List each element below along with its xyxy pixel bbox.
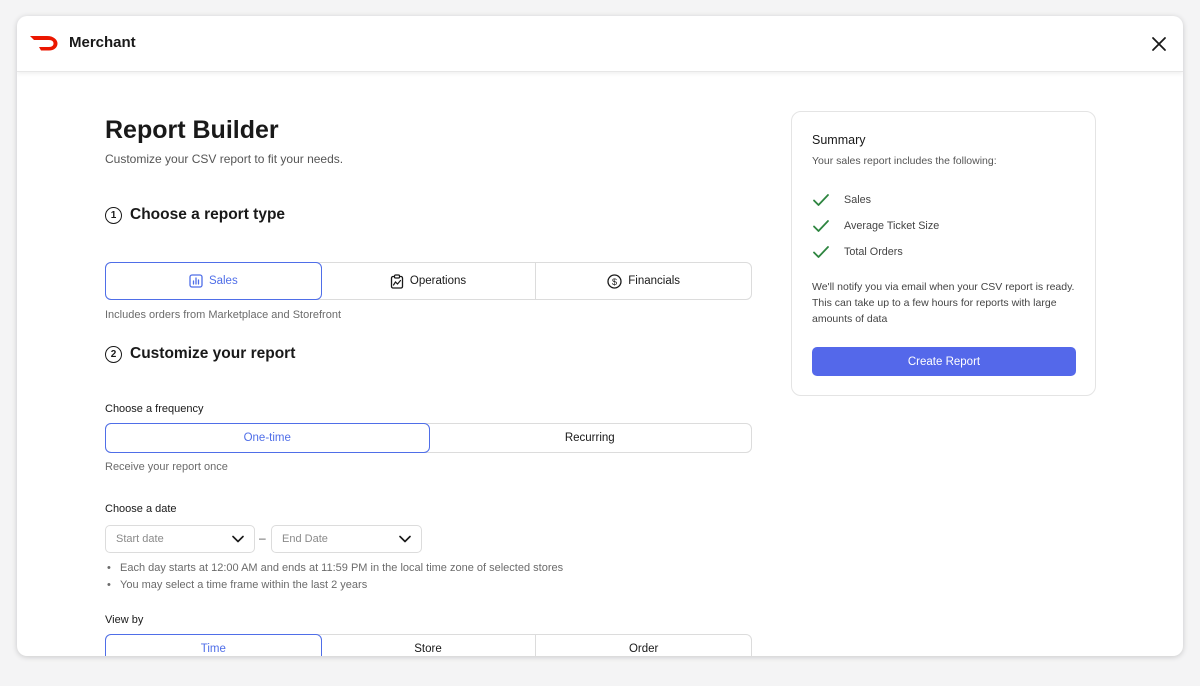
step-1-title: Choose a report type bbox=[130, 206, 286, 223]
create-report-button[interactable]: Create Report bbox=[812, 347, 1076, 376]
report-type-helper: Includes orders from Marketplace and Sto… bbox=[105, 309, 342, 321]
chevron-down-icon bbox=[399, 535, 411, 543]
step-2-heading: 2 Customize your report bbox=[105, 345, 295, 363]
end-date-placeholder: End Date bbox=[282, 533, 328, 545]
frequency-selector: One-time Recurring bbox=[105, 423, 752, 453]
step-1-number: 1 bbox=[105, 206, 122, 224]
date-label: Choose a date bbox=[105, 503, 177, 515]
summary-card: Summary Your sales report includes the f… bbox=[791, 111, 1096, 396]
bar-chart-icon bbox=[189, 274, 203, 288]
view-by-label: View by bbox=[105, 614, 144, 626]
report-type-operations[interactable]: Operations bbox=[321, 263, 537, 299]
app-title: Merchant bbox=[69, 34, 136, 51]
check-icon bbox=[813, 194, 829, 206]
summary-item-label: Total Orders bbox=[844, 246, 903, 258]
title-bar: Merchant bbox=[17, 16, 1183, 72]
report-type-sales[interactable]: Sales bbox=[105, 262, 322, 300]
start-date-select[interactable]: Start date bbox=[105, 525, 255, 553]
summary-note: We'll notify you via email when your CSV… bbox=[812, 281, 1075, 325]
svg-text:$: $ bbox=[612, 277, 617, 287]
frequency-one-time[interactable]: One-time bbox=[105, 423, 430, 453]
summary-item-label: Sales bbox=[844, 194, 872, 206]
summary-title: Summary bbox=[812, 133, 866, 147]
view-by-order[interactable]: Order bbox=[536, 635, 751, 656]
step-2-title: Customize your report bbox=[130, 345, 296, 362]
start-date-placeholder: Start date bbox=[116, 533, 164, 545]
summary-subtitle: Your sales report includes the following… bbox=[812, 155, 997, 167]
frequency-recurring[interactable]: Recurring bbox=[429, 424, 752, 452]
frequency-helper: Receive your report once bbox=[105, 461, 228, 473]
frequency-label: Choose a frequency bbox=[105, 403, 204, 415]
view-by-selector: Time Store Order bbox=[105, 634, 752, 656]
merchant-window: Merchant Report Builder Customize your C… bbox=[17, 16, 1183, 656]
view-by-time[interactable]: Time bbox=[105, 634, 322, 656]
check-icon bbox=[813, 246, 829, 258]
date-notes: Each day starts at 12:00 AM and ends at … bbox=[107, 560, 563, 594]
chevron-down-icon bbox=[232, 535, 244, 543]
check-icon bbox=[813, 220, 829, 232]
summary-item: Average Ticket Size bbox=[812, 213, 939, 239]
summary-item: Sales bbox=[812, 187, 939, 213]
summary-item: Total Orders bbox=[812, 239, 939, 265]
date-note: Each day starts at 12:00 AM and ends at … bbox=[107, 560, 563, 577]
date-note: You may select a time frame within the l… bbox=[107, 577, 563, 594]
clipboard-icon bbox=[390, 273, 404, 289]
summary-item-label: Average Ticket Size bbox=[844, 220, 940, 232]
report-type-selector: Sales Operations $ Financials bbox=[105, 262, 752, 300]
step-2-number: 2 bbox=[105, 345, 122, 363]
end-date-select[interactable]: End Date bbox=[271, 525, 422, 553]
close-icon[interactable] bbox=[1149, 34, 1169, 54]
step-1-heading: 1 Choose a report type bbox=[105, 206, 285, 224]
report-type-financials[interactable]: $ Financials bbox=[536, 263, 751, 299]
report-type-sales-label: Sales bbox=[208, 275, 238, 287]
view-by-store[interactable]: Store bbox=[321, 635, 537, 656]
doordash-logo-icon bbox=[30, 36, 58, 51]
report-type-financials-label: Financials bbox=[628, 275, 681, 287]
page-subtitle: Customize your CSV report to fit your ne… bbox=[105, 152, 344, 166]
main-content: Report Builder Customize your CSV report… bbox=[17, 73, 1183, 656]
dollar-circle-icon: $ bbox=[607, 273, 622, 289]
date-range-separator: – bbox=[259, 531, 266, 545]
page-title: Report Builder bbox=[105, 116, 279, 144]
summary-list: Sales Average Ticket Size Total Orders bbox=[812, 187, 939, 265]
report-type-operations-label: Operations bbox=[409, 275, 467, 287]
